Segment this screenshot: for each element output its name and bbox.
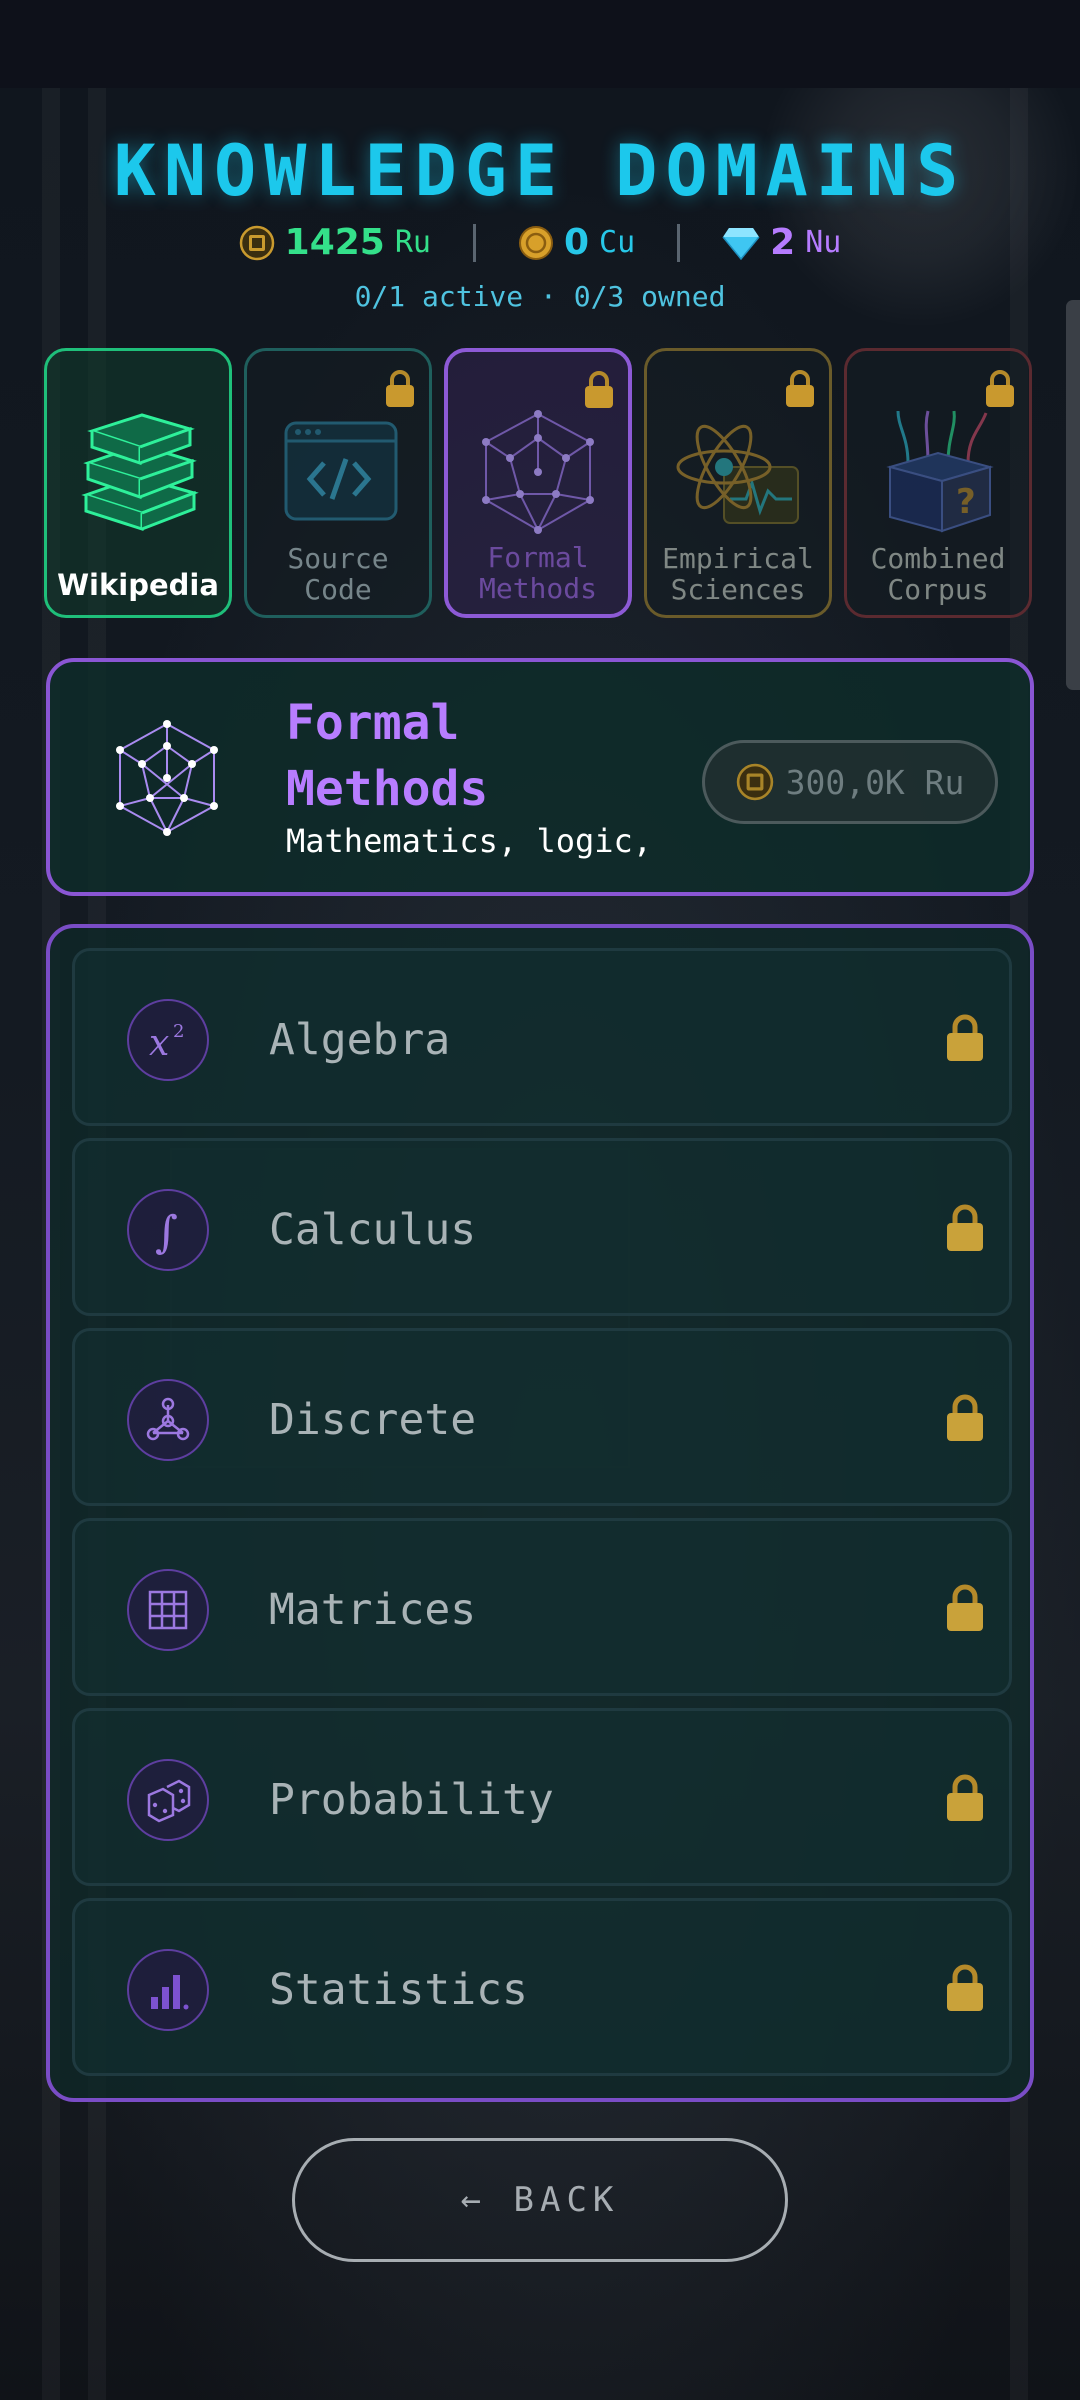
domain-label: Source Code [287,542,389,606]
lock-icon [947,1774,983,1821]
svg-text:2: 2 [173,1021,184,1042]
topic-list: x 2 Algebra ∫ Calculus Discrete Matrices… [46,924,1034,2102]
code-window-icon [284,421,398,521]
topic-label: Statistics [269,1965,528,2015]
domain-name: Formal Methods [286,695,489,817]
ownership-status: 0/1 active · 0/3 owned [354,280,726,313]
topic-row-matrices[interactable]: Matrices [72,1518,1012,1696]
cu-unit: Cu [599,225,636,260]
ru-unit: Ru [394,225,431,260]
lock-icon [947,1394,983,1441]
topic-row-calculus[interactable]: ∫ Calculus [72,1138,1012,1316]
currency-nu: 2 Nu [680,222,883,263]
domain-tile-empirical-sciences[interactable]: Empirical Sciences [644,348,832,618]
back-button[interactable]: ← BACK [292,2138,788,2262]
atom-icon [676,424,799,524]
lock-icon [947,1584,983,1631]
topic-row-statistics[interactable]: Statistics [72,1898,1012,2076]
lock-icon [386,370,414,407]
currency-cu: 0 Cu [476,222,677,263]
chip-coin-icon [239,225,274,260]
grid-icon [127,1569,209,1651]
domain-label: Wikipedia [57,568,219,602]
topic-row-algebra[interactable]: x 2 Algebra [72,948,1012,1126]
domain-label: Empirical Sciences [662,542,814,606]
lock-icon [947,1964,983,2011]
domain-tabs: Wikipedia Source Code Formal Methods Emp… [44,348,1036,618]
diamond-icon [722,227,760,260]
topic-label: Calculus [269,1205,477,1255]
price-label: 300,0K Ru [785,762,965,802]
domain-detail-card: Formal Methods Mathematics, logic, 300,0… [46,658,1034,896]
topic-label: Discrete [269,1395,477,1445]
topic-label: Probability [269,1775,554,1825]
svg-text:∫: ∫ [155,1207,178,1255]
lock-icon [986,370,1014,407]
ru-value: 1425 [284,222,385,263]
page-title: KNOWLEDGE DOMAINS [113,130,967,212]
box-question-icon: ? [886,410,994,533]
svg-text:?: ? [956,482,976,522]
lock-icon [585,371,613,408]
dice-icon [127,1759,209,1841]
cu-value: 0 [563,222,590,263]
topic-row-discrete[interactable]: Discrete [72,1328,1012,1506]
domain-label: Combined Corpus [870,542,1006,606]
domain-tile-wikipedia[interactable]: Wikipedia [44,348,232,618]
lock-icon [786,370,814,407]
polyhedron-icon [482,410,594,534]
domain-label: Formal Methods [478,541,597,605]
domain-tile-formal-methods[interactable]: Formal Methods [444,348,632,618]
topic-label: Matrices [269,1585,477,1635]
topic-label: Algebra [269,1015,451,1065]
graph-nodes-icon [127,1379,209,1461]
lock-icon [947,1014,983,1061]
svg-text:x: x [149,1023,169,1064]
domain-tile-source-code[interactable]: Source Code [244,348,432,618]
currency-ru: 1425 Ru [197,222,473,263]
bar-chart-icon [127,1949,209,2031]
domain-description: Mathematics, logic, [286,822,653,860]
domain-tile-combined-corpus[interactable]: ? Combined Corpus [844,348,1032,618]
integral-icon: ∫ [127,1189,209,1271]
books-icon [81,413,199,532]
lock-icon [947,1204,983,1251]
chip-coin-icon [736,763,773,801]
status-bar [0,0,1080,88]
scrollbar[interactable] [1066,300,1080,690]
polyhedron-icon [116,720,218,836]
currency-bar: 1425 Ru 0 Cu 2 Nu [0,222,1080,263]
purchase-button[interactable]: 300,0K Ru [702,740,998,824]
nu-unit: Nu [805,225,842,260]
x-squared-icon: x 2 [127,999,209,1081]
copper-coin-icon [518,225,553,260]
topic-row-probability[interactable]: Probability [72,1708,1012,1886]
nu-value: 2 [770,222,796,263]
